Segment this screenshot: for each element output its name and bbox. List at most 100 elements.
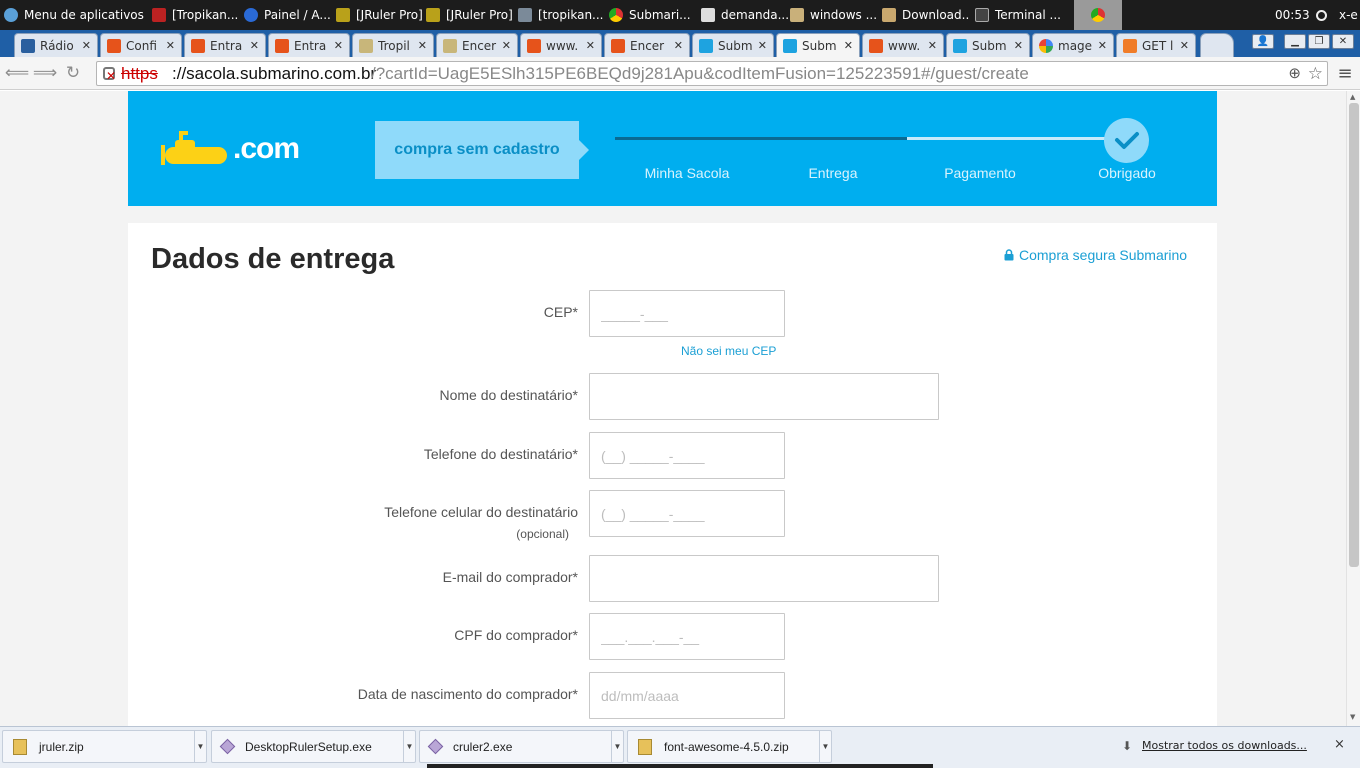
folder-icon — [882, 8, 896, 22]
close-window-button[interactable]: ✕ — [1332, 34, 1354, 49]
close-icon[interactable]: ✕ — [928, 39, 937, 52]
taskbar-item-downloads[interactable]: Download... — [882, 0, 970, 30]
close-icon[interactable]: ✕ — [586, 39, 595, 52]
recipient-name-field[interactable] — [589, 373, 939, 420]
tab-submarino-active[interactable]: Subm ✕ — [776, 33, 860, 57]
taskbar-item-filezilla[interactable]: [Tropikan... — [152, 0, 240, 30]
page-scrollbar[interactable]: ▲ ▼ — [1346, 91, 1360, 726]
taskbar-item-chrome-submarino[interactable]: Submari... — [609, 0, 697, 30]
close-icon[interactable]: ✕ — [502, 39, 511, 52]
show-all-downloads-link[interactable]: Mostrar todos os downloads... — [1142, 739, 1307, 752]
download-item[interactable]: font-awesome-4.5.0.zip ▼ — [627, 730, 832, 763]
ruler-icon — [426, 8, 440, 22]
taskbar-item-jruler-2[interactable]: [JRuler Pro] — [426, 0, 514, 30]
download-item[interactable]: DesktopRulerSetup.exe ▼ — [211, 730, 416, 763]
magento-icon — [527, 38, 541, 53]
recipient-mobile-field[interactable] — [589, 490, 785, 537]
tab-radio[interactable]: Rádio ✕ — [14, 33, 98, 57]
close-icon[interactable]: ✕ — [82, 39, 91, 52]
minimize-button[interactable]: ▁ — [1284, 34, 1306, 49]
address-bar[interactable]: ✕ https ://sacola.submarino.com.br /?car… — [96, 61, 1328, 86]
chrome-icon — [609, 8, 623, 22]
recipient-phone-field[interactable] — [589, 432, 785, 479]
close-icon[interactable]: ✕ — [1014, 39, 1023, 52]
progress-remaining-line — [907, 137, 1127, 140]
close-icon[interactable]: ✕ — [758, 39, 767, 52]
postman-icon — [1123, 38, 1137, 53]
tab-submarino-2[interactable]: Subm ✕ — [946, 33, 1030, 57]
step-entrega: Entrega — [808, 165, 858, 181]
submarino-logo[interactable]: .com — [161, 129, 300, 169]
recipient-phone-label: Telefone do destinatário* — [423, 446, 578, 462]
scroll-thumb[interactable] — [1349, 103, 1359, 567]
chevron-down-icon[interactable]: ▼ — [194, 731, 206, 762]
download-filename: font-awesome-4.5.0.zip — [664, 739, 789, 754]
installer-file-icon — [219, 738, 236, 755]
close-icon[interactable]: ✕ — [418, 39, 427, 52]
download-item[interactable]: jruler.zip ▼ — [2, 730, 207, 763]
taskbar-item-tropikan[interactable]: [tropikan... — [518, 0, 606, 30]
magento-icon — [107, 38, 121, 53]
insecure-lock-icon[interactable]: ✕ — [103, 67, 116, 83]
buyer-birthdate-label: Data de nascimento do comprador* — [357, 686, 578, 702]
reload-icon[interactable]: ↻ — [62, 63, 84, 83]
secure-purchase-link[interactable]: Compra segura Submarino — [1004, 247, 1187, 263]
chevron-down-icon[interactable]: ▼ — [403, 731, 415, 762]
close-icon[interactable]: ✕ — [844, 39, 853, 52]
zoom-icon[interactable]: ⊕ — [1288, 62, 1301, 85]
new-tab-button[interactable] — [1200, 33, 1234, 57]
close-icon[interactable]: ✕ — [1180, 39, 1189, 52]
submarino-icon — [783, 38, 797, 53]
maximize-button[interactable]: ❐ — [1308, 34, 1330, 49]
taskbar-clock: 00:53 — [1275, 0, 1315, 30]
scroll-up-icon[interactable]: ▲ — [1350, 93, 1355, 101]
buyer-cpf-field[interactable] — [589, 613, 785, 660]
tab-tropil[interactable]: Tropil ✕ — [352, 33, 434, 57]
arrow-pointer — [579, 140, 589, 160]
apps-menu-button[interactable]: Menu de aplicativos — [4, 0, 144, 30]
taskbar-item-jruler-1[interactable]: [JRuler Pro] — [336, 0, 424, 30]
buyer-birthdate-field[interactable] — [589, 672, 785, 719]
tab-google-mage[interactable]: mage ✕ — [1032, 33, 1114, 57]
close-icon[interactable]: ✕ — [334, 39, 343, 52]
forward-icon[interactable]: ⟹ — [33, 63, 57, 83]
cep-field[interactable] — [589, 290, 785, 337]
taskbar-item-windows-folder[interactable]: windows ... — [790, 0, 878, 30]
taskbar-item-terminal[interactable]: Terminal ... — [975, 0, 1067, 30]
tab-www-1[interactable]: www. ✕ — [520, 33, 602, 57]
magento-icon — [275, 38, 289, 53]
search-icon[interactable] — [1316, 0, 1334, 30]
close-downloads-bar-icon[interactable]: × — [1334, 737, 1345, 752]
download-filename: jruler.zip — [39, 739, 84, 754]
taskbar-item-chrome-active[interactable] — [1074, 0, 1122, 30]
scroll-down-icon[interactable]: ▼ — [1350, 713, 1355, 721]
tab-encer-1[interactable]: Encer ✕ — [436, 33, 518, 57]
filezilla-icon — [152, 8, 166, 22]
profile-icon[interactable]: 👤 — [1252, 34, 1274, 49]
tab-encer-2[interactable]: Encer ✕ — [604, 33, 690, 57]
taskbar-item-firefox[interactable]: Painel / A... — [244, 0, 332, 30]
tab-submarino-1[interactable]: Subm ✕ — [692, 33, 774, 57]
magento-icon — [191, 38, 205, 53]
close-icon[interactable]: ✕ — [166, 39, 175, 52]
tab-www-2[interactable]: www. ✕ — [862, 33, 944, 57]
back-icon[interactable]: ⟸ — [5, 63, 29, 83]
close-icon[interactable]: ✕ — [250, 39, 259, 52]
taskbar-user[interactable]: x-e — [1339, 0, 1360, 30]
tab-entra-1[interactable]: Entra ✕ — [184, 33, 266, 57]
download-item[interactable]: cruler2.exe ▼ — [419, 730, 624, 763]
chevron-down-icon[interactable]: ▼ — [611, 731, 623, 762]
forgot-cep-link[interactable]: Não sei meu CEP — [681, 344, 776, 358]
bookmark-star-icon[interactable]: ☆ — [1308, 62, 1323, 85]
taskbar-item-label: Download... — [902, 8, 970, 22]
menu-icon[interactable]: ≡ — [1334, 63, 1356, 84]
tab-confi[interactable]: Confi ✕ — [100, 33, 182, 57]
tab-get[interactable]: GET l ✕ — [1116, 33, 1196, 57]
download-filename: DesktopRulerSetup.exe — [245, 739, 372, 754]
taskbar-item-demanda[interactable]: demanda... — [701, 0, 789, 30]
close-icon[interactable]: ✕ — [674, 39, 683, 52]
tab-entra-2[interactable]: Entra ✕ — [268, 33, 350, 57]
close-icon[interactable]: ✕ — [1098, 39, 1107, 52]
buyer-email-field[interactable] — [589, 555, 939, 602]
chevron-down-icon[interactable]: ▼ — [819, 731, 831, 762]
